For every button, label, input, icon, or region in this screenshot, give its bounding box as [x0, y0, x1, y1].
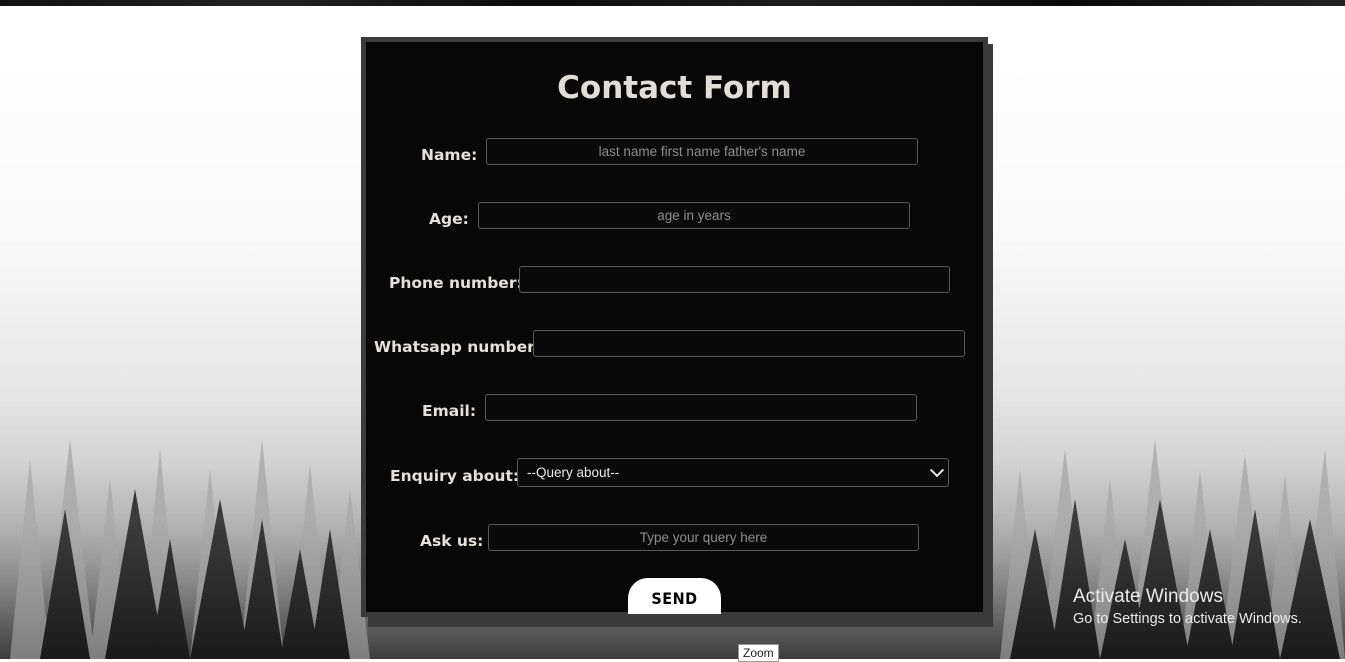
watermark-subtitle: Go to Settings to activate Windows.: [1073, 611, 1302, 627]
form-title: Contact Form: [557, 70, 792, 106]
name-label: Name:: [421, 146, 478, 164]
phone-label: Phone number:: [389, 274, 523, 292]
name-input[interactable]: [486, 138, 918, 165]
enquiry-selected-value: --Query about--: [527, 465, 620, 480]
phone-input[interactable]: [519, 266, 950, 293]
contact-form-card: Contact Form Name: Age: Phone number: Wh…: [361, 37, 988, 617]
ask-label: Ask us:: [420, 532, 484, 550]
top-strip: [0, 0, 1345, 6]
whatsapp-input[interactable]: [533, 330, 965, 357]
age-input[interactable]: [478, 202, 910, 229]
age-label: Age:: [429, 210, 469, 228]
watermark-title: Activate Windows: [1073, 586, 1223, 607]
enquiry-select[interactable]: --Query about--: [517, 458, 949, 487]
whatsapp-label: Whatsapp number:: [374, 338, 541, 356]
email-input[interactable]: [485, 394, 917, 421]
send-button[interactable]: SEND: [628, 578, 721, 614]
email-label: Email:: [422, 402, 477, 420]
enquiry-label: Enquiry about:: [390, 467, 520, 485]
ask-input[interactable]: [488, 524, 919, 551]
activate-windows-watermark: Activate Windows Go to Settings to activ…: [1073, 586, 1302, 627]
zoom-tooltip: Zoom: [738, 644, 779, 662]
chevron-down-icon: [929, 462, 945, 477]
